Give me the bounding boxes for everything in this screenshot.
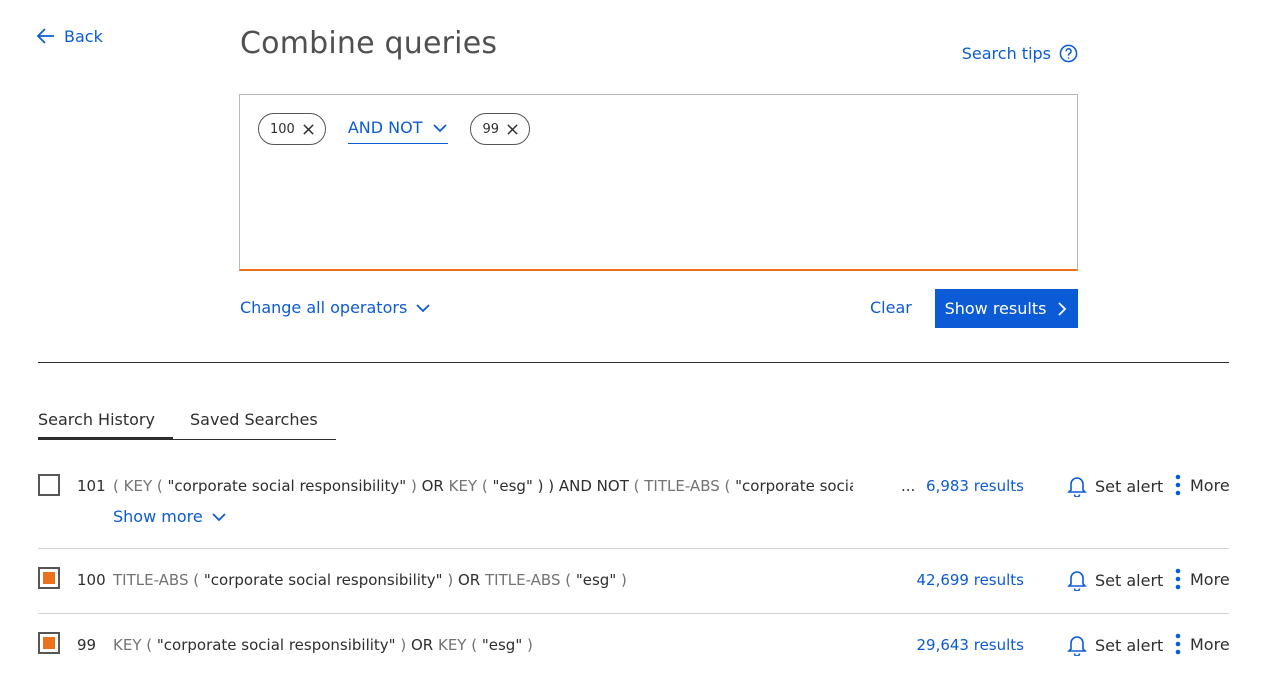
query-token: TITLE-ABS (113, 571, 189, 589)
close-icon[interactable] (302, 123, 315, 136)
query-token: "esg" (575, 571, 617, 589)
query-chip-left: 100 (258, 113, 326, 145)
query-chips: 100 AND NOT 99 (258, 113, 531, 145)
query-token: ) ) (532, 477, 559, 495)
query-token: KEY (123, 477, 153, 495)
row-checkbox[interactable] (38, 632, 60, 654)
query-token: ( (719, 477, 736, 495)
set-alert-button[interactable]: Set alert (1067, 634, 1163, 656)
query-token: ) (522, 636, 533, 654)
query-token: "corporate social responsibility" (156, 636, 396, 654)
query-ellipsis: ... (901, 477, 916, 495)
section-divider (38, 362, 1229, 363)
close-icon[interactable] (506, 123, 519, 136)
tab-search-history[interactable]: Search History (38, 408, 173, 440)
chip-label: 99 (482, 121, 500, 137)
show-more-label: Show more (113, 507, 203, 526)
query-chip-right: 99 (470, 113, 531, 145)
set-alert-label: Set alert (1095, 476, 1164, 496)
more-label: More (1190, 475, 1230, 495)
query-token: ( (152, 477, 168, 495)
show-more-button[interactable]: Show more (113, 507, 227, 526)
more-label: More (1190, 634, 1230, 654)
query-token: AND NOT (558, 477, 629, 495)
operator-label: AND NOT (347, 118, 423, 137)
bell-icon (1067, 571, 1087, 591)
query-token: "esg" (492, 477, 533, 495)
query-token: "esg" (481, 636, 523, 654)
query-token: "corporate social responsibility" (167, 477, 407, 495)
change-all-operators-button[interactable]: Change all operators (240, 298, 431, 317)
kebab-icon (1175, 633, 1181, 655)
question-circle-icon (1059, 44, 1078, 63)
query-token: TITLE-ABS (480, 571, 561, 589)
query-token: ) (442, 571, 458, 589)
more-label: More (1190, 569, 1230, 589)
query-token: KEY (433, 636, 467, 654)
search-tips-label: Search tips (961, 44, 1051, 63)
query-token: ( (628, 477, 645, 495)
query-token: "corporate social (735, 477, 853, 495)
query-token: OR (421, 477, 444, 495)
history-tabs: Search History Saved Searches (38, 408, 336, 440)
kebab-icon (1175, 474, 1181, 496)
query-token: ) (395, 636, 411, 654)
more-button[interactable]: More (1172, 473, 1230, 497)
query-token: ( (188, 571, 204, 589)
chevron-down-icon (416, 303, 430, 312)
query-token: "corporate social responsibility" (203, 571, 443, 589)
query-token: ) (406, 477, 422, 495)
row-query: KEY ( "corporate social responsibility" … (113, 636, 853, 654)
set-alert-button[interactable]: Set alert (1067, 569, 1163, 591)
query-token: ( (466, 636, 482, 654)
kebab-icon (1175, 568, 1181, 590)
history-row-101: 101 ( KEY ( "corporate social responsibi… (38, 468, 1230, 549)
query-token: ( (113, 477, 124, 495)
chip-label: 100 (270, 121, 295, 137)
query-token: ) (616, 571, 627, 589)
query-token: KEY (443, 477, 478, 495)
set-alert-button[interactable]: Set alert (1067, 475, 1163, 497)
combine-query-box[interactable]: 100 AND NOT 99 (239, 94, 1078, 271)
change-all-operators-label: Change all operators (240, 298, 408, 317)
row-query: TITLE-ABS ( "corporate social responsibi… (113, 571, 853, 589)
show-results-button[interactable]: Show results (935, 289, 1078, 328)
query-token: ( (477, 477, 493, 495)
chevron-right-icon (1058, 301, 1067, 316)
back-link[interactable]: Back (36, 26, 103, 46)
operator-dropdown[interactable]: AND NOT (347, 114, 449, 144)
query-token: TITLE-ABS (644, 477, 720, 495)
arrow-left-icon (36, 28, 54, 44)
results-link[interactable]: 42,699 results (916, 571, 1024, 589)
page-title: Combine queries (240, 26, 498, 61)
results-link[interactable]: 6,983 results (926, 477, 1024, 495)
row-number: 101 (77, 477, 106, 495)
results-link[interactable]: 29,643 results (916, 636, 1024, 654)
more-button[interactable]: More (1172, 567, 1230, 591)
set-alert-label: Set alert (1095, 570, 1164, 590)
row-query: ( KEY ( "corporate social responsibility… (113, 477, 853, 495)
query-token: ( (141, 636, 157, 654)
row-checkbox[interactable] (38, 474, 60, 496)
bell-icon (1067, 477, 1087, 497)
show-results-label: Show results (944, 299, 1047, 318)
query-token: ( (560, 571, 576, 589)
row-number: 100 (77, 571, 106, 589)
query-token: KEY (113, 636, 142, 654)
query-token: OR (457, 571, 481, 589)
query-token: OR (410, 636, 434, 654)
clear-button[interactable]: Clear (870, 298, 912, 317)
row-checkbox[interactable] (38, 567, 60, 589)
history-row-100: 100 TITLE-ABS ( "corporate social respon… (38, 549, 1230, 614)
set-alert-label: Set alert (1095, 635, 1164, 655)
more-button[interactable]: More (1172, 632, 1230, 656)
row-number: 99 (77, 636, 97, 654)
chevron-down-icon (433, 123, 448, 132)
bell-icon (1067, 636, 1087, 656)
back-label: Back (64, 26, 103, 46)
history-row-99: 99 KEY ( "corporate social responsibilit… (38, 614, 1230, 676)
chevron-down-icon (212, 512, 226, 521)
search-tips-link[interactable]: Search tips (962, 44, 1078, 63)
tab-saved-searches[interactable]: Saved Searches (173, 408, 336, 439)
